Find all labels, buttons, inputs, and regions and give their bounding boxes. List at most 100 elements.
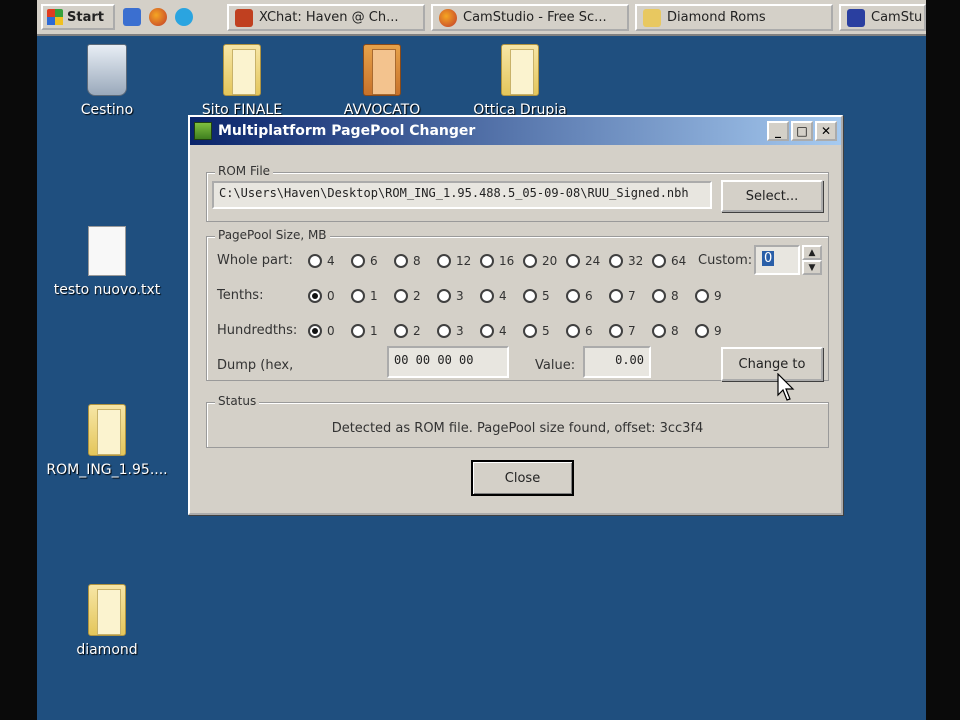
right-letterbox: [926, 0, 960, 720]
task-camstudio-firefox[interactable]: CamStudio - Free Sc...: [431, 4, 629, 31]
icon-label: ROM_ING_1.95....: [46, 462, 168, 478]
whole-option-label: 4: [327, 254, 335, 268]
task-camstudio[interactable]: CamStu: [839, 4, 926, 31]
text-file-icon: [88, 226, 126, 276]
tenths-radio-6[interactable]: [566, 289, 580, 303]
tenths-radio-8[interactable]: [652, 289, 666, 303]
pagepool-size-label: PagePool Size, MB: [215, 228, 330, 242]
whole-radio-20[interactable]: [523, 254, 537, 268]
desktop-icon-recycle-bin[interactable]: Cestino: [42, 44, 172, 118]
dialog-title: Multiplatform PagePool Changer: [218, 123, 476, 139]
rom-path-field[interactable]: C:\Users\Haven\Desktop\ROM_ING_1.95.488.…: [212, 181, 712, 209]
hundredths-radio-1[interactable]: [351, 324, 365, 338]
whole-option-label: 6: [370, 254, 378, 268]
desktop-icon-rom-ing[interactable]: ROM_ING_1.95....: [42, 404, 172, 478]
whole-radio-6[interactable]: [351, 254, 365, 268]
folder-icon: [88, 404, 126, 456]
whole-option-label: 32: [628, 254, 644, 268]
taskbar: Start XChat: Haven @ Ch... CamStudio - F…: [37, 0, 926, 36]
whole-part-label: Whole part:: [217, 253, 293, 268]
tenths-option-label: 8: [671, 289, 679, 303]
desktop-icon-ottica[interactable]: Ottica Drupia: [455, 44, 585, 118]
outlook-icon[interactable]: [123, 8, 141, 26]
whole-option-label: 8: [413, 254, 421, 268]
hundredths-option-label: 7: [628, 324, 636, 338]
tenths-option-label: 2: [413, 289, 421, 303]
xchat-icon: [235, 8, 253, 27]
custom-value-field[interactable]: 0: [754, 245, 800, 275]
hundredths-radio-8[interactable]: [652, 324, 666, 338]
close-button[interactable]: Close: [471, 460, 574, 496]
whole-radio-24[interactable]: [566, 254, 580, 268]
tenths-radio-5[interactable]: [523, 289, 537, 303]
hundredths-option-label: 8: [671, 324, 679, 338]
rom-file-label: ROM File: [215, 164, 274, 178]
windows-logo-icon: [47, 9, 63, 25]
tenths-radio-0[interactable]: [308, 289, 322, 303]
left-letterbox: [0, 0, 37, 720]
custom-spinner[interactable]: 0 ▲ ▼: [754, 245, 824, 275]
firefox-icon[interactable]: [149, 8, 167, 26]
hundredths-radio-7[interactable]: [609, 324, 623, 338]
task-xchat[interactable]: XChat: Haven @ Ch...: [227, 4, 425, 31]
task-diamond-roms[interactable]: Diamond Roms: [635, 4, 833, 31]
tenths-radio-1[interactable]: [351, 289, 365, 303]
hundredths-option-label: 9: [714, 324, 722, 338]
tenths-option-label: 3: [456, 289, 464, 303]
select-button[interactable]: Select...: [721, 180, 823, 212]
desktop-icon-diamond[interactable]: diamond: [42, 584, 172, 658]
whole-radio-8[interactable]: [394, 254, 408, 268]
minimize-button[interactable]: _: [767, 121, 789, 141]
tenths-radio-4[interactable]: [480, 289, 494, 303]
hundredths-radio-9[interactable]: [695, 324, 709, 338]
maximize-button[interactable]: □: [791, 121, 813, 141]
hundredths-radio-3[interactable]: [437, 324, 451, 338]
tenths-option-label: 0: [327, 289, 335, 303]
value-field[interactable]: 0.00: [583, 346, 651, 378]
tenths-option-label: 1: [370, 289, 378, 303]
app-icon: [194, 122, 212, 140]
tenths-radio-9[interactable]: [695, 289, 709, 303]
hundredths-radio-5[interactable]: [523, 324, 537, 338]
folder-icon: [501, 44, 539, 96]
dump-hex-field[interactable]: 00 00 00 00: [387, 346, 509, 378]
hundredths-option-label: 4: [499, 324, 507, 338]
hundredths-option-label: 2: [413, 324, 421, 338]
hundredths-radio-0[interactable]: [308, 324, 322, 338]
hundredths-label: Hundredths:: [217, 323, 298, 338]
start-button[interactable]: Start: [41, 4, 115, 30]
desktop-icon-avvocato[interactable]: AVVOCATO: [317, 44, 447, 118]
whole-radio-32[interactable]: [609, 254, 623, 268]
pagepool-changer-dialog: Multiplatform PagePool Changer _ □ ✕ ROM…: [188, 115, 843, 515]
task-label: Diamond Roms: [667, 10, 766, 25]
whole-radio-64[interactable]: [652, 254, 666, 268]
desktop-icon-sito-finale[interactable]: Sito FINALE: [177, 44, 307, 118]
tenths-radio-2[interactable]: [394, 289, 408, 303]
hundredths-radio-4[interactable]: [480, 324, 494, 338]
skype-icon[interactable]: [175, 8, 193, 26]
hundredths-option-label: 5: [542, 324, 550, 338]
tenths-option-label: 5: [542, 289, 550, 303]
close-window-button[interactable]: ✕: [815, 121, 837, 141]
spin-up-button[interactable]: ▲: [802, 245, 822, 260]
firefox-icon: [439, 8, 457, 27]
start-label: Start: [67, 9, 104, 25]
whole-radio-16[interactable]: [480, 254, 494, 268]
whole-radio-4[interactable]: [308, 254, 322, 268]
whole-option-label: 16: [499, 254, 515, 268]
hundredths-radio-6[interactable]: [566, 324, 580, 338]
task-label: CamStu: [871, 10, 923, 25]
tenths-radio-3[interactable]: [437, 289, 451, 303]
tenths-radio-7[interactable]: [609, 289, 623, 303]
icon-label: diamond: [76, 642, 138, 658]
dialog-titlebar[interactable]: Multiplatform PagePool Changer _ □ ✕: [190, 117, 841, 145]
tenths-option-label: 6: [585, 289, 593, 303]
desktop-icon-testo-nuovo[interactable]: testo nuovo.txt: [42, 226, 172, 298]
hundredths-radio-2[interactable]: [394, 324, 408, 338]
whole-radio-12[interactable]: [437, 254, 451, 268]
change-to-button[interactable]: Change to: [721, 347, 823, 381]
whole-option-label: 20: [542, 254, 558, 268]
whole-option-label: 24: [585, 254, 601, 268]
spin-down-button[interactable]: ▼: [802, 260, 822, 275]
tenths-option-label: 7: [628, 289, 636, 303]
